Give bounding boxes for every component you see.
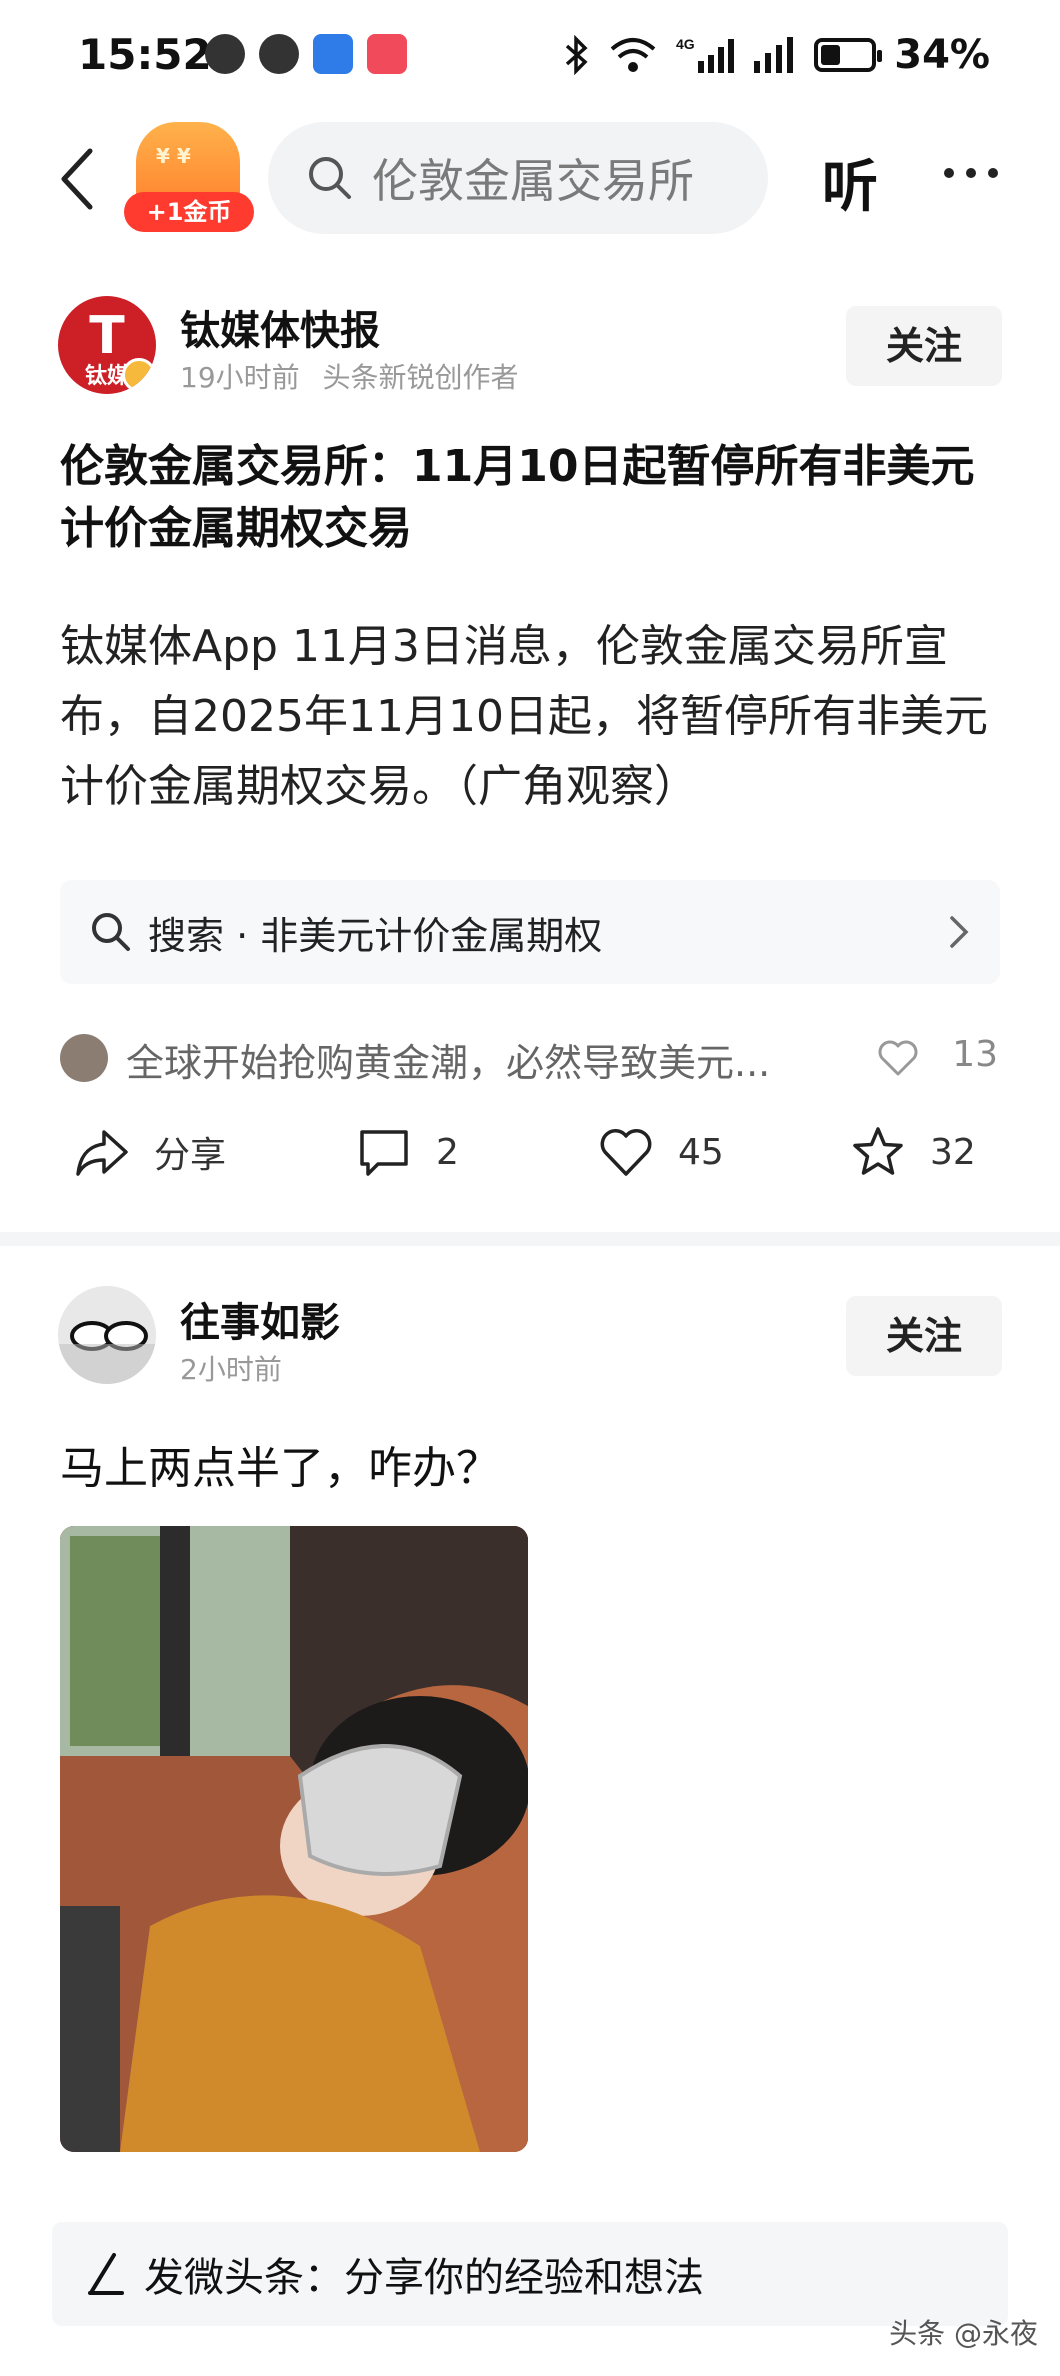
comment-button[interactable]: 2 — [356, 1124, 459, 1180]
feed-divider — [0, 1232, 1060, 1246]
author-name[interactable]: 往事如影 — [180, 1290, 340, 1348]
status-bar: 15:52 4G 34% — [0, 0, 1060, 118]
action-bar: 分享 2 45 32 — [60, 1124, 1000, 1188]
pen-icon — [88, 2253, 124, 2295]
post-time: 19小时前 — [180, 361, 300, 394]
sleeping-person-image — [60, 1526, 528, 2152]
search-icon — [92, 913, 130, 951]
coin-badge: +1金币 — [124, 192, 254, 232]
verified-badge-icon — [122, 358, 156, 392]
related-search-text: 搜索 · 非美元计价金属期权 — [148, 913, 603, 958]
star-icon — [853, 1127, 903, 1175]
more-button[interactable] — [944, 168, 998, 178]
coin-reward-button[interactable]: +1金币 — [124, 122, 254, 232]
search-icon — [309, 157, 351, 199]
wifi-icon — [610, 38, 656, 72]
battery-percent: 34% — [894, 32, 990, 78]
listen-button[interactable]: 听 — [822, 142, 878, 223]
author-name[interactable]: 钛媒体快报 — [180, 298, 380, 356]
like-button[interactable]: 45 — [598, 1124, 724, 1180]
share-button[interactable]: 分享 — [74, 1124, 226, 1180]
commenter-avatar — [60, 1034, 108, 1082]
post-meta: 19小时前 头条新锐创作者 — [180, 356, 519, 396]
glasses-avatar-image — [58, 1286, 156, 1384]
alarm-icon — [205, 34, 245, 74]
avatar[interactable] — [58, 1286, 156, 1384]
music-icon — [367, 34, 407, 74]
search-query: 伦敦金属交易所 — [372, 154, 694, 208]
follow-button[interactable]: 关注 — [846, 306, 1002, 386]
like-count: 45 — [678, 1131, 724, 1173]
related-search[interactable]: 搜索 · 非美元计价金属期权 — [60, 880, 1000, 984]
status-time: 15:52 — [78, 30, 212, 79]
top-comment-likes: 13 — [952, 1034, 998, 1075]
favorite-button[interactable]: 32 — [850, 1124, 976, 1180]
top-comment[interactable]: 全球开始抢购黄金潮，必然导致美元... 13 — [60, 1028, 1000, 1088]
watermark: 头条 @永夜 — [889, 2317, 1038, 2350]
post2-action-bar-partial — [60, 2186, 1000, 2216]
wechat-icon — [259, 34, 299, 74]
top-bar: +1金币 伦敦金属交易所 听 — [0, 118, 1060, 238]
chevron-right-icon — [950, 916, 969, 948]
status-right: 4G 34% — [564, 32, 990, 78]
post-photo[interactable] — [60, 1526, 528, 2152]
bluetooth-icon — [566, 35, 588, 75]
post-time: 2小时前 — [180, 1353, 282, 1386]
comment-icon — [360, 1130, 408, 1176]
top-comment-text: 全球开始抢购黄金潮，必然导致美元... — [126, 1041, 771, 1085]
search-bar[interactable]: 伦敦金属交易所 — [268, 122, 768, 234]
creator-tag: 头条新锐创作者 — [322, 361, 519, 394]
heart-icon[interactable] — [876, 1036, 920, 1080]
back-button[interactable] — [46, 144, 106, 214]
article-body[interactable]: 钛媒体App 11月3日消息，伦敦金属交易所宣布，自2025年11月10日起，将… — [60, 612, 1000, 822]
svg-text:4G: 4G — [676, 36, 695, 52]
notification-icons — [205, 34, 407, 74]
share-icon — [76, 1130, 128, 1176]
compose-bar[interactable]: 发微头条：分享你的经验和想法 — [52, 2222, 1008, 2326]
follow-button[interactable]: 关注 — [846, 1296, 1002, 1376]
favorite-count: 32 — [930, 1131, 976, 1173]
article-title[interactable]: 伦敦金属交易所：11月10日起暂停所有非美元计价金属期权交易 — [60, 436, 1000, 560]
app-notification-icon — [313, 34, 353, 74]
share-label: 分享 — [154, 1135, 227, 1176]
heart-icon — [600, 1129, 652, 1176]
battery-icon — [814, 38, 883, 72]
chevron-left-icon — [61, 148, 93, 210]
avatar[interactable]: T 钛媒 — [58, 296, 156, 394]
signal-icon — [754, 37, 794, 73]
compose-placeholder: 发微头条：分享你的经验和想法 — [144, 2255, 704, 2301]
signal-4g-icon: 4G — [676, 36, 735, 73]
post-text[interactable]: 马上两点半了，咋办？ — [60, 1432, 500, 1496]
comment-count: 2 — [436, 1131, 459, 1173]
